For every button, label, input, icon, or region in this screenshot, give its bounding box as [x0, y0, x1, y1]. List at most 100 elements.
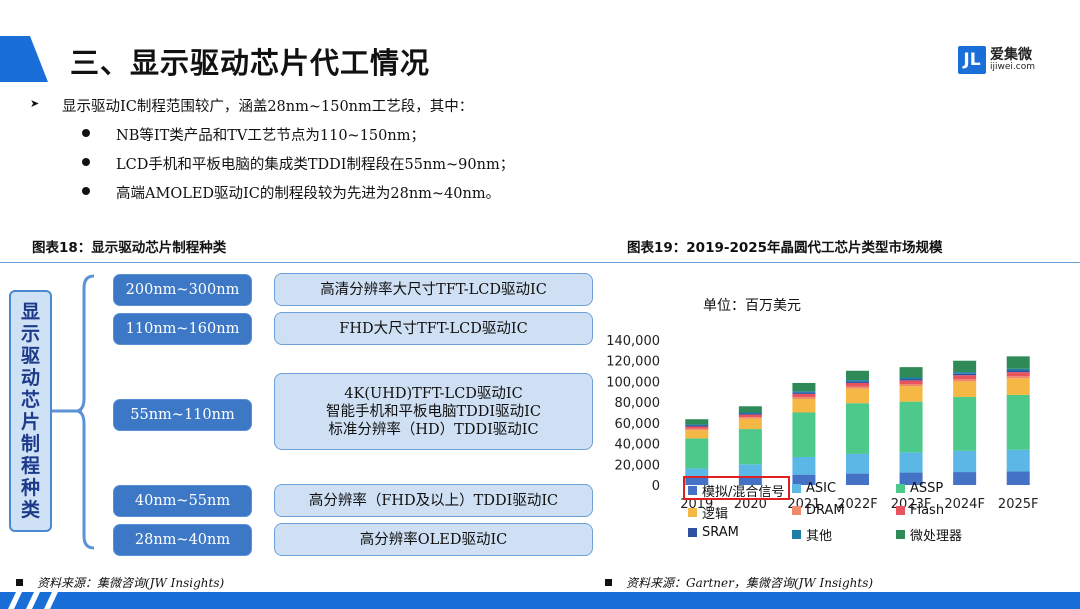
- bar-segment: [738, 414, 762, 418]
- footer-bar: [0, 592, 1080, 609]
- bracket-connector: [52, 274, 95, 550]
- bar-segment: [953, 379, 977, 382]
- bar-segment: [953, 360, 977, 373]
- bar-segment: [846, 382, 869, 387]
- bar-segment: [738, 412, 762, 414]
- bar-segment: [899, 386, 923, 402]
- logo-mark: JL: [958, 46, 986, 74]
- bar-segment: [1006, 394, 1030, 450]
- bar-segment: [1006, 376, 1030, 379]
- bar-segment: [1006, 471, 1030, 485]
- bar-segment: [953, 396, 977, 451]
- legend-swatch: [792, 530, 801, 539]
- legend-swatch: [896, 530, 905, 539]
- y-tick-label: 20,000: [615, 458, 661, 473]
- highlight-box: [683, 476, 790, 500]
- bar-segment: [899, 401, 923, 453]
- bar-segment: [1006, 368, 1030, 371]
- bar-segment: [738, 429, 762, 465]
- square-bullet-icon: [605, 579, 612, 586]
- list-item: LCD手机和平板电脑的集成类TDDI制程段在55nm~90nm；: [80, 153, 514, 182]
- bar-segment: [792, 391, 816, 393]
- bullet-list: NB等IT类产品和TV工艺节点为110~150nm； LCD手机和平板电脑的集成…: [80, 124, 514, 211]
- legend-item: SRAM: [688, 525, 739, 540]
- y-tick-label: 140,000: [606, 334, 660, 349]
- bar-segment: [899, 377, 923, 380]
- y-tick-label: 0: [652, 479, 660, 494]
- market-size-chart: 0 20,000 40,000 60,000 80,000 100,000 120,000 1…: [606, 334, 1039, 512]
- legend-item: Flash: [896, 503, 944, 518]
- legend-label: DRAM: [806, 503, 845, 518]
- logo: JL 爱集微 ijiwei.com: [958, 46, 1035, 74]
- bar-segment: [685, 438, 709, 469]
- bar-segment: [685, 428, 709, 431]
- node-desc-1: 高清分辨率大尺寸TFT-LCD驱动IC: [274, 273, 593, 306]
- bar-segment: [792, 396, 816, 400]
- figure19-title: 图表19：2019-2025年晶圆代工芯片类型市场规模: [627, 240, 943, 256]
- bar-segment: [792, 382, 816, 392]
- bar-segment: [899, 452, 923, 473]
- node-desc-5: 高分辨率OLED驱动IC: [274, 523, 593, 556]
- bar-segment: [1006, 372, 1030, 377]
- y-tick-label: 60,000: [615, 417, 661, 432]
- section-divider: [0, 262, 1080, 263]
- bullet-dot-icon: [82, 158, 90, 166]
- node-range-3: 55nm~110nm: [113, 399, 252, 431]
- bar-segment: [685, 430, 709, 439]
- bar-segment: [738, 464, 762, 477]
- bar-segment: [738, 406, 762, 413]
- list-item: 高端AMOLED驱动IC的制程段较为先进为28nm~40nm。: [80, 182, 514, 211]
- legend-swatch: [792, 506, 801, 515]
- legend-item: ASSP: [896, 481, 943, 496]
- legend-label: ASIC: [806, 481, 837, 496]
- bar-segment: [792, 393, 816, 397]
- y-tick-label: 100,000: [606, 375, 660, 390]
- x-tick-label: 2025F: [998, 497, 1039, 512]
- bar-segment: [1006, 370, 1030, 373]
- bar-segment: [953, 381, 977, 397]
- y-tick-label: 120,000: [606, 355, 660, 370]
- list-item: NB等IT类产品和TV工艺节点为110~150nm；: [80, 124, 514, 153]
- legend-item: 微处理器: [896, 525, 962, 544]
- bar-segment: [953, 375, 977, 380]
- bar-segment: [846, 473, 869, 485]
- bar-segment: [846, 370, 869, 381]
- node-range-4: 40nm~55nm: [113, 485, 252, 517]
- bar-segment: [685, 426, 709, 429]
- bar-segment: [792, 457, 816, 475]
- node-desc-2: FHD大尺寸TFT-LCD驱动IC: [274, 312, 593, 345]
- bar-segment: [953, 450, 977, 473]
- legend-swatch: [688, 528, 697, 537]
- bar-segment: [846, 403, 869, 454]
- title-accent-shape: [0, 36, 48, 82]
- process-types-label: 显 示 驱 动 芯 片 制 程 种 类: [9, 290, 52, 532]
- node-range-1: 200nm~300nm: [113, 274, 252, 306]
- bar-segment: [738, 413, 762, 415]
- logo-name: 爱集微: [990, 46, 1032, 63]
- bar-segment: [846, 388, 869, 404]
- bullet-dot-icon: [82, 187, 90, 195]
- bar-segment: [953, 372, 977, 374]
- bar-segment: [1006, 356, 1030, 369]
- legend-label: 其他: [806, 529, 833, 544]
- legend-label: 逻辑: [702, 507, 729, 522]
- bar-segment: [1006, 449, 1030, 472]
- bar-segment: [953, 472, 977, 485]
- node-range-2: 110nm~160nm: [113, 313, 252, 345]
- legend-label: SRAM: [702, 525, 739, 540]
- bar-segment: [899, 380, 923, 385]
- legend-item: ASIC: [792, 481, 836, 496]
- bar-segment: [899, 384, 923, 387]
- intro-line: ➤ 显示驱动IC制程范围较广，涵盖28nm~150nm工艺段，其中：: [30, 95, 473, 116]
- legend-label: ASSP: [910, 481, 944, 496]
- bar-segment: [1006, 378, 1030, 395]
- legend-swatch: [896, 484, 905, 493]
- bar-segment: [846, 381, 869, 383]
- logo-url: ijiwei.com: [990, 61, 1035, 72]
- bar-segment: [792, 392, 816, 394]
- unit-label: 单位：百万美元: [703, 298, 801, 314]
- bar-segment: [685, 425, 709, 427]
- source-note-right: 资料来源：Gartner，集微咨询(JW Insights): [605, 574, 873, 591]
- bar-segment: [792, 399, 816, 413]
- source-note-left: 资料来源：集微咨询(JW Insights): [16, 574, 224, 591]
